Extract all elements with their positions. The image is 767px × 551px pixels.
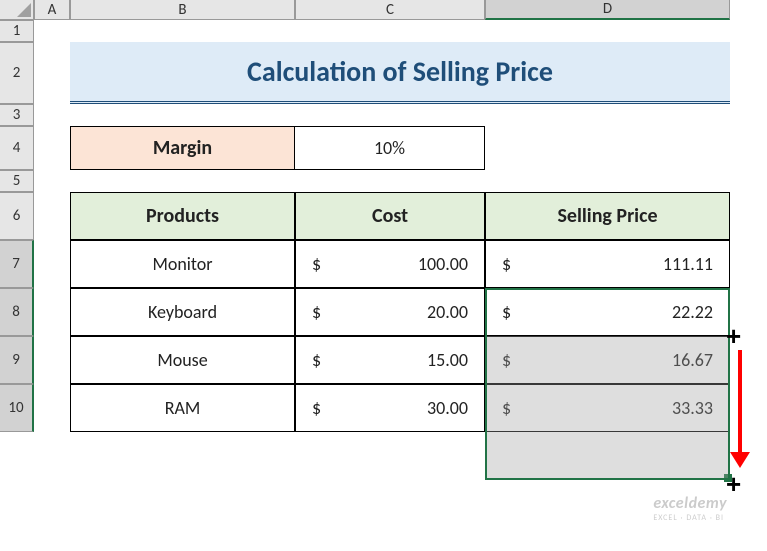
col-header-D[interactable]: D <box>485 0 730 20</box>
cell-B3[interactable] <box>70 104 295 126</box>
cost-value-1: 20.00 <box>427 301 472 323</box>
cost-value-0: 100.00 <box>418 253 472 275</box>
cell-A9[interactable] <box>34 336 70 384</box>
select-all-corner[interactable] <box>0 0 34 20</box>
row-header-7[interactable]: 7 <box>0 240 34 288</box>
cell-cost-2[interactable]: $15.00 <box>295 336 485 384</box>
cell-C5[interactable] <box>295 170 485 192</box>
price-value-1: 22.22 <box>672 301 717 323</box>
col-header-A[interactable]: A <box>34 0 70 20</box>
price-value-3: 33.33 <box>672 397 717 419</box>
cell-A8[interactable] <box>34 288 70 336</box>
cell-A10[interactable] <box>34 384 70 432</box>
cell-B5[interactable] <box>70 170 295 192</box>
currency-symbol: $ <box>498 301 511 323</box>
row-header-3[interactable]: 3 <box>0 104 34 126</box>
row-header-2[interactable]: 2 <box>0 42 34 104</box>
spreadsheet-grid: A B C D 1 2 Calculation of Selling Price… <box>0 0 767 432</box>
cell-B1[interactable] <box>70 20 295 42</box>
cell-D4[interactable] <box>485 126 730 170</box>
watermark-line1: exceldemy <box>653 494 727 513</box>
cell-A4[interactable] <box>34 126 70 170</box>
cost-value-3: 30.00 <box>427 397 472 419</box>
cell-price-2[interactable]: $16.67 <box>485 336 730 384</box>
currency-symbol: $ <box>498 349 511 371</box>
cell-C1[interactable] <box>295 20 485 42</box>
margin-label[interactable]: Margin <box>70 126 295 170</box>
cell-cost-1[interactable]: $20.00 <box>295 288 485 336</box>
price-value-2: 16.67 <box>672 349 717 371</box>
currency-symbol: $ <box>498 253 511 275</box>
row-header-1[interactable]: 1 <box>0 20 34 42</box>
cell-D3[interactable] <box>485 104 730 126</box>
row-header-9[interactable]: 9 <box>0 336 34 384</box>
row-header-6[interactable]: 6 <box>0 192 34 240</box>
th-selling-price[interactable]: Selling Price <box>485 192 730 240</box>
row-header-10[interactable]: 10 <box>0 384 34 432</box>
currency-symbol: $ <box>308 301 321 323</box>
cell-product-1[interactable]: Keyboard <box>70 288 295 336</box>
currency-symbol: $ <box>308 253 321 275</box>
row-header-4[interactable]: 4 <box>0 126 34 170</box>
margin-value[interactable]: 10% <box>295 126 485 170</box>
cell-product-3[interactable]: RAM <box>70 384 295 432</box>
cell-product-2[interactable]: Mouse <box>70 336 295 384</box>
cell-cost-3[interactable]: $30.00 <box>295 384 485 432</box>
cell-D1[interactable] <box>485 20 730 42</box>
cell-price-1[interactable]: $22.22 <box>485 288 730 336</box>
th-products[interactable]: Products <box>70 192 295 240</box>
cell-cost-0[interactable]: $100.00 <box>295 240 485 288</box>
cell-product-0[interactable]: Monitor <box>70 240 295 288</box>
cell-A1[interactable] <box>34 20 70 42</box>
cost-value-2: 15.00 <box>427 349 472 371</box>
watermark-line2: EXCEL · DATA · BI <box>653 513 727 523</box>
cell-A5[interactable] <box>34 170 70 192</box>
cell-C3[interactable] <box>295 104 485 126</box>
plus-cursor-icon: + <box>726 323 741 349</box>
cell-price-3[interactable]: $33.33 <box>485 384 730 432</box>
currency-symbol: $ <box>498 397 511 419</box>
col-header-C[interactable]: C <box>295 0 485 20</box>
cell-A2[interactable] <box>34 42 70 104</box>
currency-symbol: $ <box>308 397 321 419</box>
cell-A3[interactable] <box>34 104 70 126</box>
cell-A7[interactable] <box>34 240 70 288</box>
plus-cursor-icon: + <box>726 471 741 497</box>
cell-A6[interactable] <box>34 192 70 240</box>
currency-symbol: $ <box>308 349 321 371</box>
cell-price-0[interactable]: $111.11 <box>485 240 730 288</box>
row-header-8[interactable]: 8 <box>0 288 34 336</box>
row-header-5[interactable]: 5 <box>0 170 34 192</box>
cell-D5[interactable] <box>485 170 730 192</box>
col-header-B[interactable]: B <box>70 0 295 20</box>
price-value-0: 111.11 <box>663 253 717 275</box>
watermark: exceldemy EXCEL · DATA · BI <box>653 494 727 523</box>
th-cost[interactable]: Cost <box>295 192 485 240</box>
page-title[interactable]: Calculation of Selling Price <box>70 42 730 104</box>
